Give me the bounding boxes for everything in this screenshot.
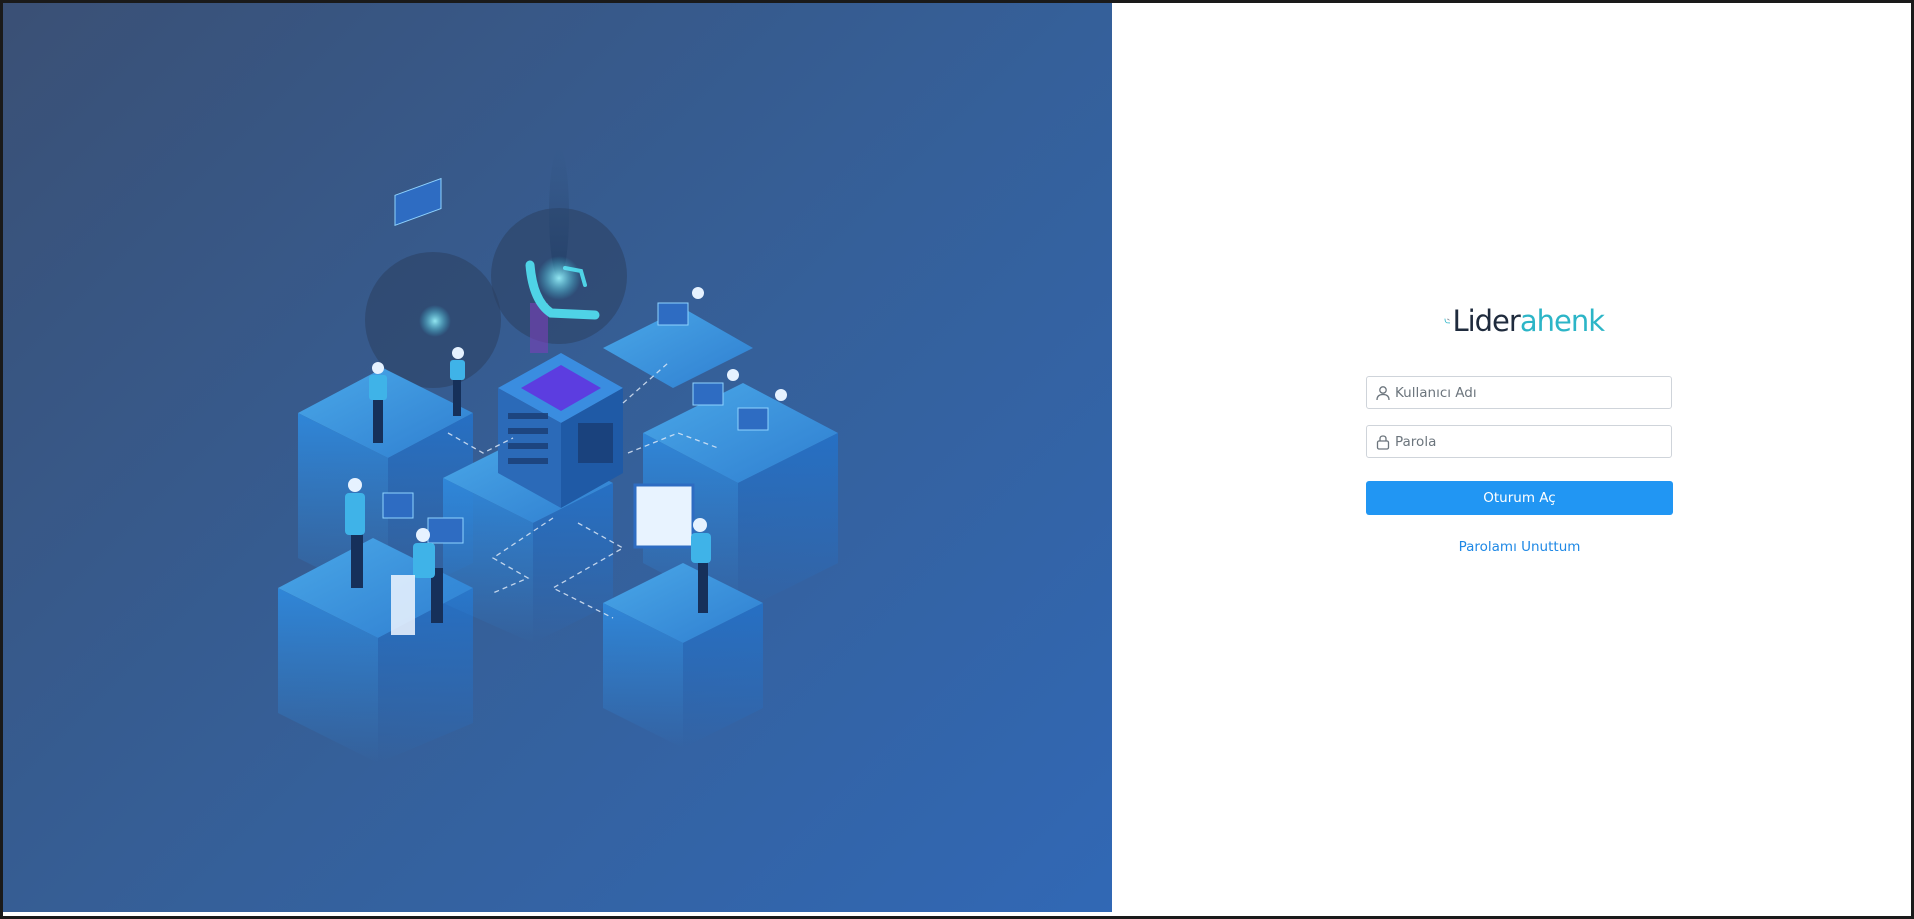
user-icon	[1376, 386, 1390, 401]
login-panel: Liderahenk Oturum Aç Parolamı Unuttum	[1112, 3, 1911, 916]
username-input[interactable]	[1395, 377, 1665, 408]
username-field[interactable]	[1366, 376, 1672, 409]
forgot-password-link[interactable]: Parolamı Unuttum	[1366, 539, 1673, 555]
brand-logo-mark-icon	[1444, 318, 1451, 324]
isometric-network-illustration	[278, 148, 838, 763]
password-field[interactable]	[1366, 425, 1672, 458]
brand-wordmark-part2: ahenk	[1519, 304, 1605, 338]
brand-wordmark-part1: Lider	[1452, 304, 1520, 338]
lock-icon	[1376, 435, 1390, 450]
password-input[interactable]	[1395, 426, 1665, 457]
hero-illustration-panel	[3, 3, 1112, 912]
login-button[interactable]: Oturum Aç	[1366, 481, 1673, 515]
brand-logo: Liderahenk	[1444, 303, 1605, 339]
brand-wordmark: Liderahenk	[1452, 304, 1605, 338]
login-page: Liderahenk Oturum Aç Parolamı Unuttum	[3, 3, 1911, 916]
